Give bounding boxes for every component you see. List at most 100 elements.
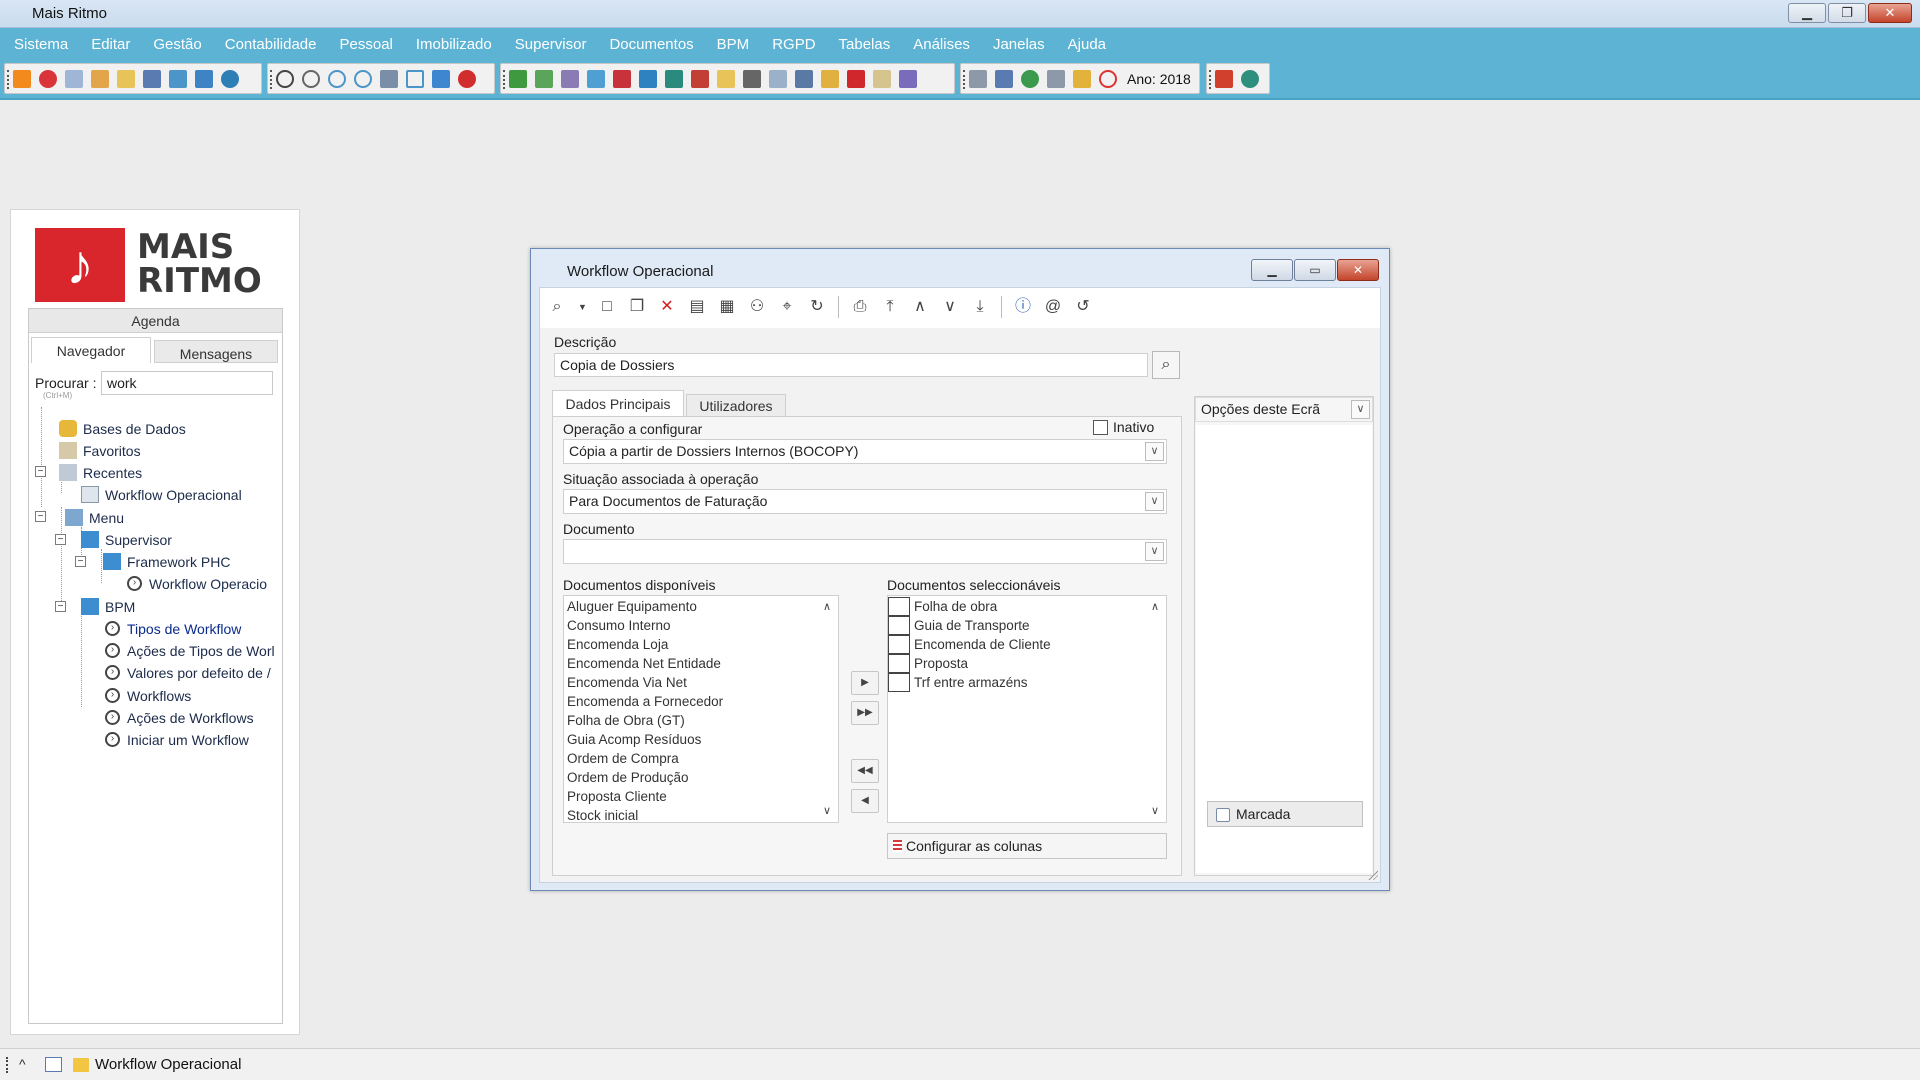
yellow-folder-icon[interactable] [717,69,735,88]
search-icon[interactable]: ⌕ [548,298,566,316]
dialog-minimize-button[interactable]: ▁ [1251,259,1293,281]
next-record-icon[interactable]: ∨ [941,298,959,316]
orange-book-icon[interactable] [13,69,31,88]
tree-item-favoritos[interactable]: Favoritos [59,441,141,461]
page-icon[interactable] [969,69,987,88]
delete-icon[interactable]: ✕ [658,298,676,316]
list-item[interactable]: Encomenda a Fornecedor [567,693,723,711]
tree-item-tipos-workflow[interactable]: › Tipos de Workflow [105,619,241,639]
files-icon[interactable] [1073,69,1091,88]
purple-edit-icon[interactable] [899,69,917,88]
tab-dados-principais[interactable]: Dados Principais [552,390,684,416]
dialog-maximize-button[interactable]: ▭ [1294,259,1336,281]
barcode-icon[interactable] [795,69,813,88]
note-edit-icon[interactable] [406,69,424,88]
chevron-up-icon[interactable]: ^ [19,1056,26,1072]
list-item[interactable]: Folha de Obra (GT) [567,712,685,730]
sync-icon[interactable] [328,69,346,88]
documento-combo[interactable]: ∨ [563,539,1167,564]
inativo-checkbox[interactable] [1093,420,1108,435]
dialog-close-button[interactable]: ✕ [1337,259,1379,281]
pie-chart-icon[interactable] [1021,69,1039,88]
first-record-icon[interactable]: ⤒ [881,298,899,316]
expander-menu[interactable]: − [35,511,46,522]
edit-page-icon[interactable] [995,69,1013,88]
person-blue-icon[interactable] [221,69,239,88]
menu-rgpd[interactable]: RGPD [772,36,815,53]
menu-ajuda[interactable]: Ajuda [1068,36,1106,53]
scale-icon[interactable] [873,69,891,88]
tree-item-iniciar-workflow[interactable]: › Iniciar um Workflow [105,730,249,750]
chat-red-icon[interactable] [458,69,476,88]
last-record-icon[interactable]: ⤓ [971,298,989,316]
refresh-gear-icon[interactable] [302,69,320,88]
menu-supervisor[interactable]: Supervisor [515,36,587,53]
tree-item-valores-defeito[interactable]: › Valores por defeito de / [105,663,271,683]
home-icon[interactable] [1215,69,1233,88]
list-item[interactable]: Ordem de Compra [567,750,679,768]
resize-grip[interactable] [1366,868,1378,880]
invoice-icon[interactable] [691,69,709,88]
pdf-icon[interactable] [847,69,865,88]
menu-janelas[interactable]: Janelas [993,36,1045,53]
list-item[interactable]: Guia de Transporte [914,617,1030,635]
list-item[interactable]: Aluguer Equipamento [567,598,697,616]
tree-item-recent-workflow[interactable]: Workflow Operacional [81,485,242,505]
expander-bpm[interactable]: − [55,601,66,612]
at-sign-icon[interactable] [276,69,294,88]
expander-framework[interactable]: − [75,556,86,567]
situacao-combo[interactable]: Para Documentos de Faturação ∨ [563,489,1167,514]
tree-item-workflows[interactable]: › Workflows [105,686,191,706]
scroll-down-icon[interactable]: ∨ [820,804,834,818]
refresh-icon[interactable]: ↻ [808,298,826,316]
list-item[interactable]: Trf entre armazéns [914,674,1028,692]
chevron-down-icon[interactable]: ∨ [1351,400,1370,419]
folder-blue-icon[interactable] [195,69,213,88]
list-item[interactable]: Stock inicial [567,807,638,825]
windows-grid-icon[interactable] [432,69,450,88]
list-item[interactable]: Consumo Interno [567,617,671,635]
duplicate-icon[interactable]: ❐ [628,298,646,316]
search-input[interactable]: work [101,371,273,395]
user-teal-icon[interactable] [1241,69,1259,88]
tree-item-acoes-workflows[interactable]: › Ações de Workflows [105,708,254,728]
menu-analises[interactable]: Análises [913,36,970,53]
row-checkbox[interactable] [888,673,910,692]
tree-item-recentes[interactable]: Recentes [59,463,142,483]
user-group-icon[interactable] [91,69,109,88]
add-one-button[interactable]: ▶ [851,671,879,695]
close-button[interactable]: ✕ [1868,3,1912,23]
list-item[interactable]: Guia Acomp Resíduos [567,731,701,749]
document-list-icon[interactable] [561,69,579,88]
list-item[interactable]: Encomenda Net Entidade [567,655,721,673]
tree-item-acoes-tipos[interactable]: › Ações de Tipos de Worl [105,641,275,661]
hierarchy-icon[interactable]: ⚇ [748,298,766,316]
chevron-down-icon[interactable]: ∨ [1145,492,1164,511]
descricao-field[interactable]: Copia de Dossiers [554,353,1148,377]
calculator-icon[interactable] [743,69,761,88]
menu-contabilidade[interactable]: Contabilidade [225,36,317,53]
refresh-red-icon[interactable] [1099,69,1117,88]
dropdown-icon[interactable] [65,69,83,88]
row-checkbox[interactable] [888,635,910,654]
user-red-icon[interactable] [39,69,57,88]
descricao-search-button[interactable]: ⌕ [1152,351,1180,379]
agenda-button[interactable]: Agenda [29,309,282,333]
menu-pessoal[interactable]: Pessoal [340,36,393,53]
scroll-up-icon[interactable]: ∧ [1148,600,1162,614]
menu-bpm[interactable]: BPM [717,36,750,53]
tab-navigator[interactable]: Navegador [31,337,151,363]
menu-editar[interactable]: Editar [91,36,130,53]
new-document-icon[interactable]: □ [598,298,616,316]
menu-gestao[interactable]: Gestão [153,36,201,53]
menu-sistema[interactable]: Sistema [14,36,68,53]
opcoes-combo[interactable]: Opções deste Ecrã ∨ [1195,397,1373,422]
chevron-down-icon[interactable]: ∨ [1145,542,1164,561]
disponiveis-list[interactable]: Aluguer Equipamento Consumo Interno Enco… [563,595,839,823]
menu-tabelas[interactable]: Tabelas [839,36,891,53]
report-icon[interactable] [380,69,398,88]
year-label[interactable]: Ano: 2018 [1127,71,1191,87]
tree-item-menu[interactable]: Menu [65,508,124,528]
configurar-colunas-button[interactable]: Configurar as colunas [887,833,1167,859]
row-checkbox[interactable] [888,616,910,635]
